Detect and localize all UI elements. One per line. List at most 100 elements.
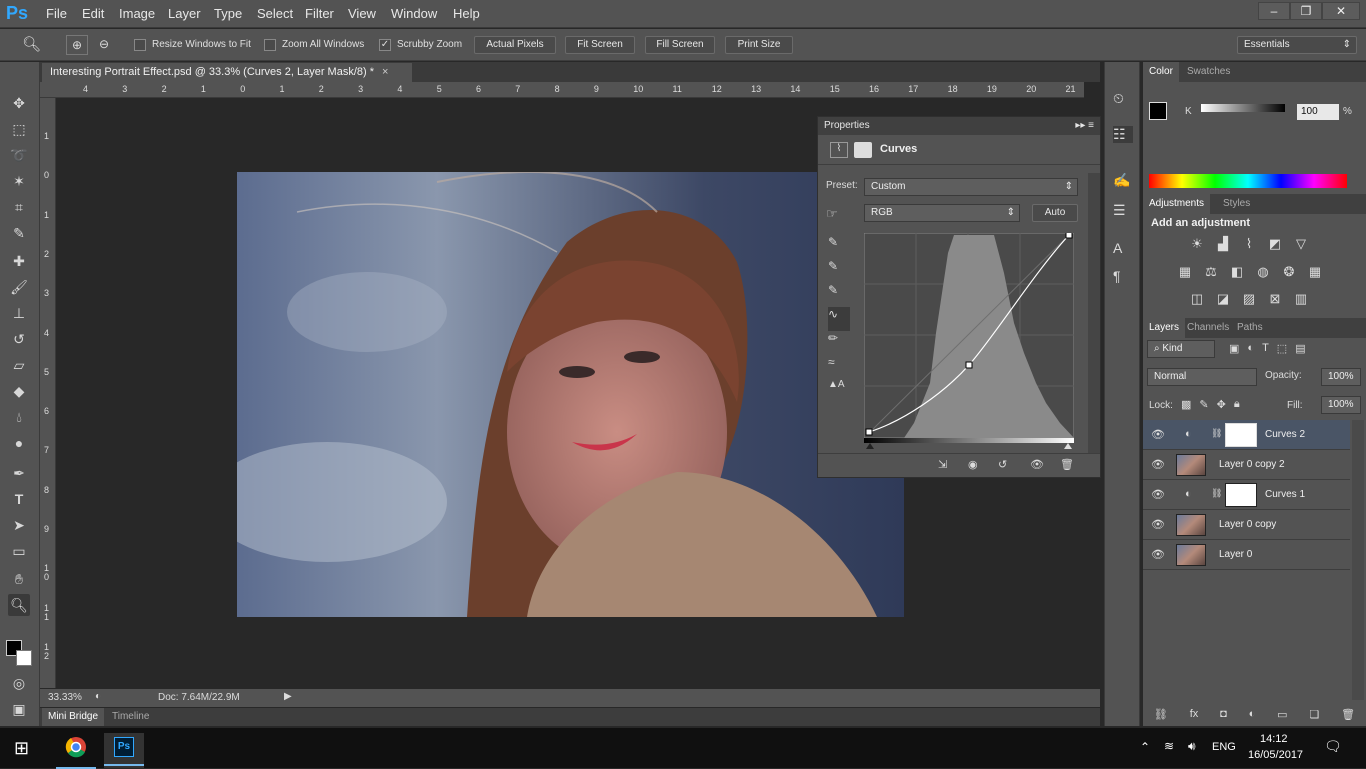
menu-filter[interactable]: Filter [305, 6, 334, 21]
actual-pixels-button[interactable]: Actual Pixels [474, 36, 556, 54]
tab-timeline[interactable]: Timeline [112, 711, 149, 722]
layer-visibility-eye-icon[interactable]: 👁︎ [1151, 488, 1165, 501]
layer-mask-thumbnail[interactable] [1225, 423, 1257, 447]
document-tab[interactable]: Interesting Portrait Effect.psd @ 33.3% … [42, 63, 412, 82]
path-selection-icon[interactable]: ➤ [8, 514, 30, 536]
layer-visibility-eye-icon[interactable]: 👁︎ [1151, 518, 1165, 531]
dodge-tool-icon[interactable]: ● [8, 432, 30, 454]
brush-tool-icon[interactable]: 🖌︎ [8, 276, 30, 298]
resize-windows-checkbox[interactable] [134, 39, 146, 51]
brush-presets-icon[interactable]: ☰ [1113, 202, 1126, 219]
chevron-up-icon[interactable]: ⌃ [1140, 740, 1150, 754]
threshold-icon[interactable]: ▨ [1239, 291, 1259, 307]
network-icon[interactable]: ≋ [1164, 739, 1174, 753]
black-white-icon[interactable]: ◧ [1227, 264, 1247, 280]
clock-date[interactable]: 16/05/2017 [1248, 749, 1303, 761]
layer-row[interactable]: 👁︎ Layer 0 copy 2 [1143, 450, 1350, 480]
history-brush-icon[interactable]: ↺ [8, 328, 30, 350]
workspace-select[interactable]: Essentials ⇕ [1237, 36, 1357, 54]
eraser-tool-icon[interactable]: ▱ [8, 354, 30, 376]
pencil-draw-icon[interactable]: ✏ [828, 331, 850, 355]
smart-object-filter-icon[interactable]: ▤ [1295, 342, 1305, 355]
tab-styles[interactable]: Styles [1217, 194, 1256, 213]
menu-select[interactable]: Select [257, 6, 293, 21]
type-filter-icon[interactable]: T [1262, 342, 1269, 355]
gradient-map-icon[interactable]: ▥ [1291, 291, 1311, 307]
restore-icon[interactable]: ❐ [1290, 2, 1322, 20]
layer-name[interactable]: Layer 0 [1219, 549, 1252, 560]
zoom-all-checkbox[interactable] [264, 39, 276, 51]
rectangle-tool-icon[interactable]: ▭ [8, 540, 30, 562]
windows-start-icon[interactable]: ⊞ [14, 738, 29, 759]
eyedropper-tool-icon[interactable]: ✎ [8, 222, 30, 244]
portrait-photo[interactable] [237, 172, 904, 617]
layer-thumbnail[interactable] [1176, 544, 1206, 566]
fit-screen-button[interactable]: Fit Screen [565, 36, 635, 54]
clone-stamp-icon[interactable]: ⊥ [8, 302, 30, 324]
fill-field[interactable]: 100% [1321, 396, 1361, 414]
target-adjust-hand-icon[interactable]: ☞ [826, 206, 838, 222]
color-lookup-icon[interactable]: ▦ [1305, 264, 1325, 280]
photoshop-taskbar-icon[interactable]: Ps [104, 733, 144, 768]
menu-type[interactable]: Type [214, 6, 242, 21]
pixel-filter-icon[interactable]: ▣ [1229, 342, 1239, 355]
mask-icon[interactable] [854, 142, 872, 158]
mask-link-icon[interactable]: ⛓ [1211, 428, 1222, 439]
lock-pixels-icon[interactable]: ✎ [1199, 398, 1208, 411]
auto-button[interactable]: Auto [1032, 204, 1078, 222]
tab-adjustments[interactable]: Adjustments [1143, 194, 1211, 214]
layer-visibility-eye-icon[interactable]: 👁︎ [1151, 428, 1165, 441]
clock-time[interactable]: 14:12 [1260, 733, 1288, 745]
menu-view[interactable]: View [348, 6, 376, 21]
properties-panel-icon[interactable]: ☷ [1113, 126, 1133, 143]
mask-link-icon[interactable]: ⛓ [1211, 488, 1222, 499]
healing-brush-icon[interactable]: ✚ [8, 250, 30, 272]
tab-mini-bridge[interactable]: Mini Bridge [42, 708, 105, 726]
posterize-icon[interactable]: ◪ [1213, 291, 1233, 307]
menu-edit[interactable]: Edit [82, 6, 104, 21]
color-spectrum-bar[interactable] [1149, 174, 1347, 188]
lock-transparency-icon[interactable]: ▩ [1181, 398, 1191, 411]
volume-icon[interactable]: 🔊︎ [1188, 739, 1196, 754]
layer-row[interactable]: 👁︎ Layer 0 [1143, 540, 1350, 570]
view-previous-icon[interactable]: ◉ [968, 458, 978, 471]
clipping-warning-icon[interactable]: ▲A [828, 379, 850, 403]
reset-icon[interactable]: ↺ [998, 458, 1007, 471]
menu-image[interactable]: Image [119, 6, 155, 21]
color-foreground-swatch[interactable] [1149, 102, 1167, 120]
invert-icon[interactable]: ◫ [1187, 291, 1207, 307]
layer-row[interactable]: 👁︎ ◐ ⛓ Curves 2 [1143, 420, 1350, 450]
curves-graph[interactable] [864, 233, 1074, 449]
fx-icon[interactable]: fx [1190, 708, 1199, 726]
layer-name[interactable]: Layer 0 copy [1219, 519, 1276, 530]
print-size-button[interactable]: Print Size [725, 36, 793, 54]
history-panel-icon[interactable]: ⏲ [1113, 90, 1124, 107]
lasso-tool-icon[interactable]: ➰ [8, 144, 30, 166]
move-tool-icon[interactable]: ✥ [8, 92, 30, 114]
notifications-icon[interactable]: 🗨︎ [1324, 738, 1342, 755]
layer-row[interactable]: 👁︎ ◐ ⛓ Curves 1 [1143, 480, 1350, 510]
new-adjustment-icon[interactable]: ◐ [1249, 708, 1256, 726]
status-menu-arrow-icon[interactable]: ▶ [284, 691, 292, 702]
levels-icon[interactable]: ▟ [1213, 236, 1233, 252]
layer-visibility-eye-icon[interactable]: 👁︎ [1151, 458, 1165, 471]
layer-name[interactable]: Curves 1 [1265, 489, 1305, 500]
tab-swatches[interactable]: Swatches [1181, 62, 1236, 81]
shape-filter-icon[interactable]: ⬚ [1277, 342, 1287, 355]
black-point-eyedropper-icon[interactable]: ✎ [828, 235, 850, 259]
vibrance-icon[interactable]: ▽ [1291, 236, 1311, 252]
fill-screen-button[interactable]: Fill Screen [645, 36, 715, 54]
tab-color[interactable]: Color [1143, 62, 1179, 82]
quick-mask-icon[interactable]: ◎ [8, 672, 30, 694]
type-tool-icon[interactable]: T [8, 488, 30, 510]
delete-icon[interactable]: 🗑︎ [1060, 458, 1074, 471]
k-slider[interactable] [1201, 104, 1285, 112]
pen-tool-icon[interactable]: ✒ [8, 462, 30, 484]
brush-panel-icon[interactable]: ✍ [1113, 172, 1130, 189]
close-tab-icon[interactable]: × [382, 66, 388, 78]
layer-visibility-eye-icon[interactable]: 👁︎ [1151, 548, 1165, 561]
delete-layer-icon[interactable]: 🗑︎ [1341, 708, 1355, 726]
marquee-tool-icon[interactable]: ⬚ [8, 118, 30, 140]
adjustment-filter-icon[interactable]: ◐ [1247, 342, 1254, 355]
scrubby-zoom-checkbox[interactable]: ✓ [379, 39, 391, 51]
